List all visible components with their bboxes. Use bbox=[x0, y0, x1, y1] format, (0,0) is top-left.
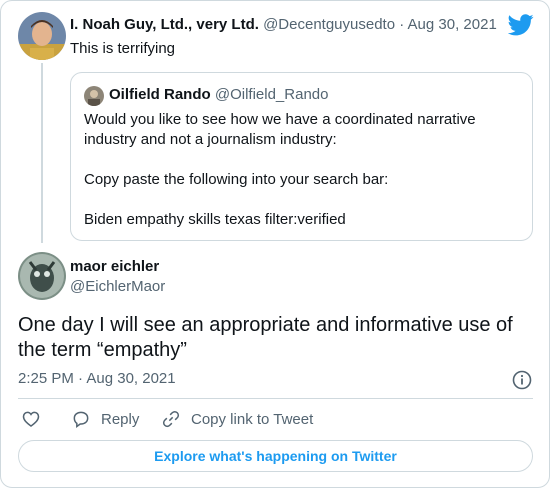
quoted-paragraph: Copy paste the following into your searc… bbox=[84, 171, 389, 188]
thread-connector-line bbox=[41, 63, 43, 243]
quoted-paragraph: Would you like to see how we have a coor… bbox=[84, 111, 476, 148]
parent-handle-date[interactable]: @Decentguyusedto · Aug 30, 2021 bbox=[263, 16, 497, 33]
twitter-bird-icon[interactable] bbox=[508, 14, 534, 36]
tweet-embed-card: I. Noah Guy, Ltd., very Ltd. @Decentguyu… bbox=[0, 0, 550, 488]
actions-divider bbox=[18, 398, 533, 399]
main-tweet-timestamp[interactable]: 2:25 PM · Aug 30, 2021 bbox=[18, 370, 176, 387]
parent-header: I. Noah Guy, Ltd., very Ltd. @Decentguyu… bbox=[70, 16, 497, 33]
reply-button[interactable]: Reply bbox=[71, 409, 139, 429]
quoted-header: Oilfield Rando @Oilfield_Rando bbox=[109, 86, 328, 103]
explore-twitter-button[interactable]: Explore what's happening on Twitter bbox=[18, 440, 533, 472]
copy-link-button[interactable]: Copy link to Tweet bbox=[161, 409, 313, 429]
quoted-avatar bbox=[84, 86, 104, 106]
like-button[interactable] bbox=[21, 409, 41, 429]
main-author-handle[interactable]: @EichlerMaor bbox=[70, 278, 165, 295]
main-avatar[interactable] bbox=[18, 252, 66, 300]
quoted-author-name: Oilfield Rando bbox=[109, 86, 211, 103]
parent-avatar[interactable] bbox=[18, 12, 66, 60]
link-icon bbox=[162, 410, 180, 428]
heart-icon bbox=[22, 411, 40, 428]
reply-bubble-icon bbox=[73, 411, 89, 428]
reply-label: Reply bbox=[101, 410, 140, 428]
quoted-handle: @Oilfield_Rando bbox=[214, 86, 329, 103]
quoted-tweet-text: Would you like to see how we have a coor… bbox=[84, 110, 524, 230]
parent-author-name[interactable]: I. Noah Guy, Ltd., very Ltd. bbox=[70, 16, 259, 33]
copy-link-label: Copy link to Tweet bbox=[191, 410, 314, 428]
info-icon[interactable] bbox=[512, 370, 532, 390]
parent-tweet-text: This is terrifying bbox=[70, 40, 176, 57]
main-tweet-text: One day I will see an appropriate and in… bbox=[18, 314, 513, 361]
quoted-paragraph: Biden empathy skills texas filter:verifi… bbox=[84, 211, 346, 228]
quoted-tweet[interactable]: Oilfield Rando @Oilfield_Rando Would you… bbox=[70, 72, 533, 241]
main-author-name[interactable]: maor eichler bbox=[70, 258, 159, 275]
